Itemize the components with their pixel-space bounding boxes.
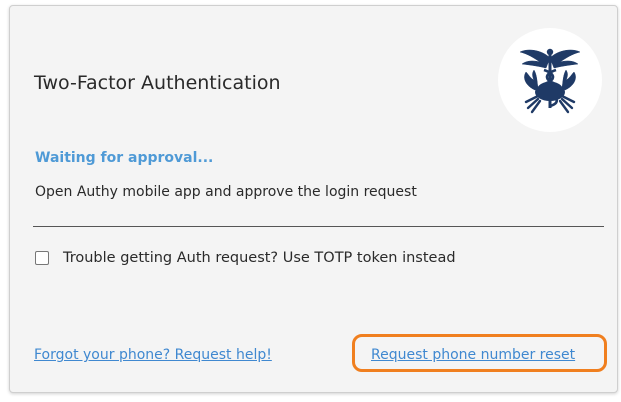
forgot-phone-link[interactable]: Forgot your phone? Request help! [34, 347, 272, 363]
divider [33, 226, 604, 227]
two-factor-dialog: Two-Factor Authentication Waiting for ap… [9, 5, 618, 393]
request-phone-reset-link[interactable]: Request phone number reset [371, 347, 575, 363]
totp-checkbox[interactable] [35, 251, 49, 265]
dialog-title: Two-Factor Authentication [34, 72, 281, 94]
instruction-text: Open Authy mobile app and approve the lo… [35, 184, 417, 200]
caduceus-crab-emblem-icon [498, 28, 602, 132]
totp-checkbox-label[interactable]: Trouble getting Auth request? Use TOTP t… [63, 250, 456, 266]
totp-option[interactable]: Trouble getting Auth request? Use TOTP t… [35, 250, 456, 266]
status-waiting-text: Waiting for approval... [35, 150, 214, 166]
